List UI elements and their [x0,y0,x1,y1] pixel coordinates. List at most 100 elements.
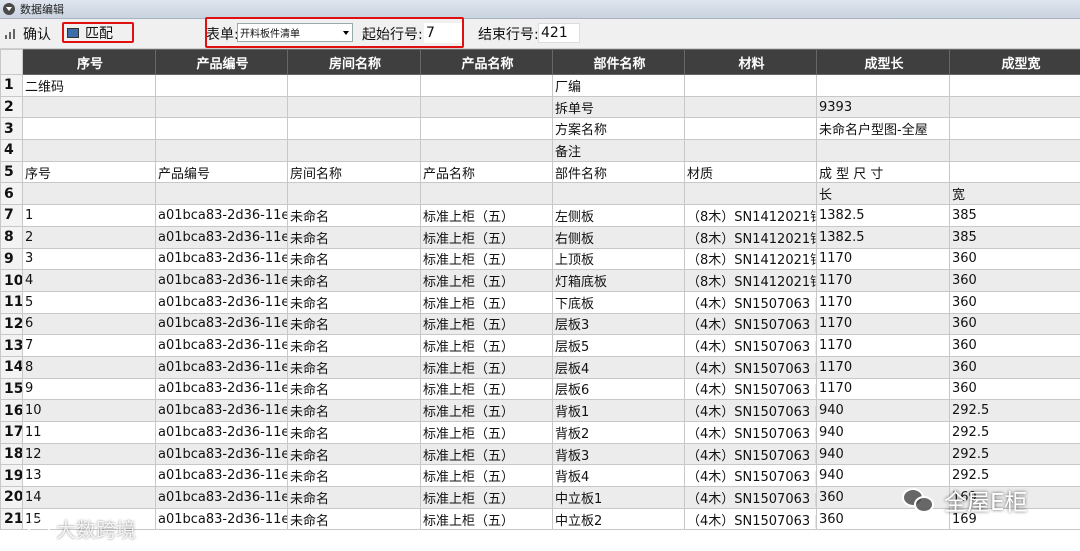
column-header[interactable]: 成型宽 [949,49,1080,75]
table-cell[interactable]: 标准上柜（五） [420,312,553,336]
table-cell[interactable]: 部件名称 [552,160,685,184]
table-cell[interactable]: 1170 [816,355,950,379]
column-header[interactable]: 部件名称 [552,49,685,75]
table-cell[interactable] [420,74,553,97]
table-cell[interactable]: 方案名称 [552,117,685,141]
table-cell[interactable]: 未命名 [287,312,421,336]
column-header[interactable]: 产品编号 [155,49,288,75]
table-cell[interactable] [155,117,288,141]
table-cell[interactable] [155,95,288,119]
row-number[interactable]: 21 [0,507,23,531]
table-cell[interactable] [816,74,950,97]
row-number[interactable]: 15 [0,377,23,401]
table-cell[interactable]: 未命名 [287,290,421,314]
table-cell[interactable]: 产品名称 [420,160,553,184]
table-cell[interactable]: 10 [22,399,156,422]
row-number[interactable]: 16 [0,399,23,422]
table-cell[interactable] [949,160,1080,184]
table-cell[interactable]: 标准上柜（五） [420,464,553,488]
table-cell[interactable]: 二维码 [22,74,156,97]
table-cell[interactable] [684,74,817,97]
table-cell[interactable]: （4木）SN1507063 | [684,377,817,401]
row-number[interactable]: 6 [0,182,23,206]
table-cell[interactable]: 13 [22,464,156,488]
table-cell[interactable]: （4木）SN1507063 | [684,464,817,488]
table-cell[interactable]: 房间名称 [287,160,421,184]
table-cell[interactable]: 灯箱底板 [552,269,685,292]
table-cell[interactable]: 上顶板 [552,247,685,271]
table-cell[interactable]: 未命名 [287,442,421,466]
table-cell[interactable]: 下底板 [552,290,685,314]
table-cell[interactable]: 12 [22,442,156,466]
table-cell[interactable]: a01bca83-2d36-11e [155,225,288,249]
table-cell[interactable]: 标准上柜（五） [420,377,553,401]
table-cell[interactable] [287,74,421,97]
table-cell[interactable]: 1170 [816,247,950,271]
table-cell[interactable]: 标准上柜（五） [420,442,553,466]
table-cell[interactable]: a01bca83-2d36-11e [155,486,288,509]
table-cell[interactable]: 备注 [552,139,685,162]
table-cell[interactable]: （4木）SN1507063 | [684,507,817,531]
table-cell[interactable]: 层板4 [552,355,685,379]
table-cell[interactable] [155,74,288,97]
table-cell[interactable]: 未命名 [287,204,421,227]
table-cell[interactable]: 未命名 [287,377,421,401]
table-cell[interactable]: 标准上柜（五） [420,204,553,227]
table-cell[interactable]: a01bca83-2d36-11e [155,399,288,422]
table-cell[interactable]: 未命名 [287,334,421,357]
corner-cell[interactable] [0,49,23,75]
table-cell[interactable]: 未命名户型图-全屋 [816,117,950,141]
table-cell[interactable]: （4木）SN1507063 | [684,334,817,357]
table-cell[interactable]: （4木）SN1507063 | [684,421,817,444]
table-cell[interactable]: 未命名 [287,225,421,249]
row-number[interactable]: 20 [0,486,23,509]
table-cell[interactable]: a01bca83-2d36-11e [155,334,288,357]
table-cell[interactable] [22,182,156,206]
row-number[interactable]: 10 [0,269,23,292]
table-cell[interactable]: 1382.5 [816,204,950,227]
row-number[interactable]: 11 [0,290,23,314]
table-cell[interactable]: 未命名 [287,464,421,488]
table-cell[interactable]: a01bca83-2d36-11e [155,290,288,314]
table-cell[interactable]: 1170 [816,312,950,336]
table-cell[interactable]: 360 [949,269,1080,292]
table-cell[interactable] [155,139,288,162]
table-cell[interactable]: 4 [22,269,156,292]
table-cell[interactable]: （4木）SN1507063 | [684,312,817,336]
column-header[interactable]: 材料 [684,49,817,75]
table-cell[interactable] [22,95,156,119]
table-cell[interactable]: 1382.5 [816,225,950,249]
row-number[interactable]: 1 [0,74,23,97]
table-cell[interactable]: 厂编 [552,74,685,97]
table-cell[interactable]: 11 [22,421,156,444]
table-cell[interactable]: 中立板2 [552,507,685,531]
table-cell[interactable]: 2 [22,225,156,249]
table-cell[interactable]: 标准上柜（五） [420,486,553,509]
table-cell[interactable] [684,182,817,206]
table-cell[interactable]: 360 [949,247,1080,271]
table-cell[interactable]: 未命名 [287,399,421,422]
table-cell[interactable]: 未命名 [287,486,421,509]
table-cell[interactable]: 940 [816,442,950,466]
table-cell[interactable] [420,95,553,119]
table-cell[interactable]: （4木）SN1507063 | [684,442,817,466]
table-cell[interactable]: 5 [22,290,156,314]
table-cell[interactable]: 360 [949,312,1080,336]
table-cell[interactable]: 宽 [949,182,1080,206]
table-cell[interactable]: 9393 [816,95,950,119]
table-cell[interactable] [287,95,421,119]
column-header[interactable]: 产品名称 [420,49,553,75]
table-cell[interactable]: 1 [22,204,156,227]
table-cell[interactable] [155,182,288,206]
table-cell[interactable]: 292.5 [949,399,1080,422]
table-cell[interactable]: 1170 [816,377,950,401]
column-header[interactable]: 成型长 [816,49,950,75]
table-cell[interactable]: 3 [22,247,156,271]
row-number[interactable]: 4 [0,139,23,162]
table-cell[interactable] [552,182,685,206]
table-cell[interactable]: 360 [949,355,1080,379]
table-cell[interactable] [684,139,817,162]
table-cell[interactable]: （8木）SN1412021铂 [684,247,817,271]
table-cell[interactable]: 产品编号 [155,160,288,184]
table-cell[interactable]: 标准上柜（五） [420,247,553,271]
